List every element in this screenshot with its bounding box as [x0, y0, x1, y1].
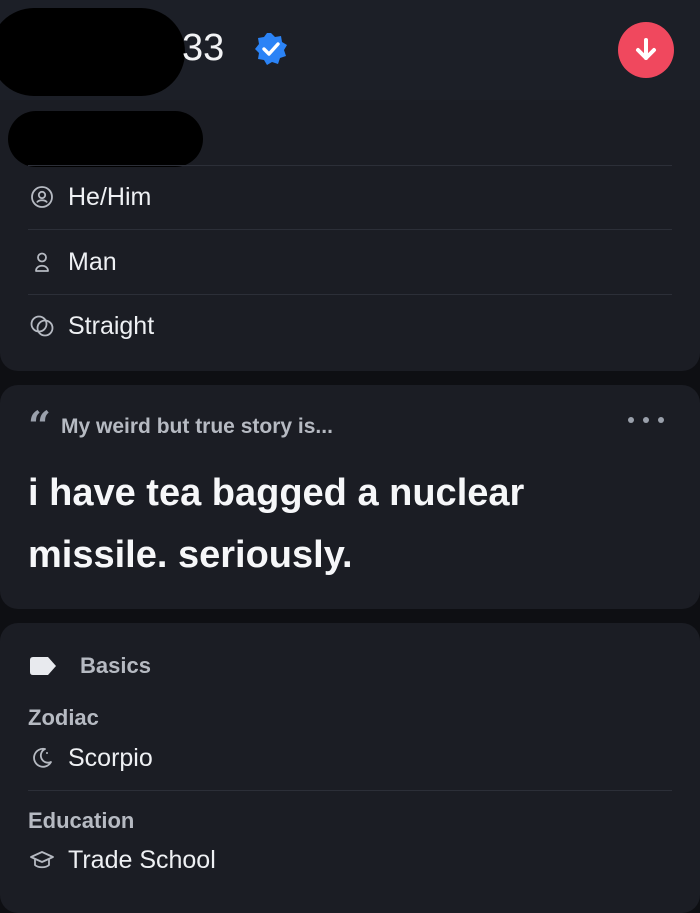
divider [28, 294, 672, 295]
dot [658, 417, 664, 423]
divider [28, 165, 672, 166]
prompt-header: “ My weird but true story is... [28, 403, 333, 450]
more-options-button[interactable] [628, 410, 664, 430]
verified-check-icon [255, 33, 287, 65]
quote-icon: “ [28, 403, 52, 450]
pronouns-label: He/Him [68, 182, 152, 211]
age-text: 33 [182, 27, 225, 69]
zodiac-value: Scorpio [68, 743, 153, 772]
dot [643, 417, 649, 423]
profile-header: 33 [0, 0, 700, 101]
zodiac-title: Zodiac [28, 705, 99, 730]
zodiac-row: Scorpio [28, 738, 153, 778]
arrow-down-icon [636, 38, 656, 60]
divider [28, 229, 672, 230]
education-value: Trade School [68, 845, 216, 874]
pronouns-icon [28, 183, 56, 211]
gender-label: Man [68, 247, 117, 276]
identity-row-pronouns: He/Him [28, 177, 151, 217]
basics-label: Basics [80, 653, 151, 678]
redacted-info [8, 111, 203, 167]
person-icon [28, 248, 56, 276]
identity-row-orientation: Straight [28, 306, 154, 346]
prompt-answer: i have tea bagged a nuclear missile. ser… [28, 472, 525, 576]
prompt-question: My weird but true story is... [61, 415, 333, 438]
orientation-label: Straight [68, 311, 155, 340]
education-row: Trade School [28, 840, 216, 880]
education-title: Education [28, 808, 135, 833]
graduation-cap-icon [28, 846, 56, 874]
orientation-icon [28, 312, 56, 340]
basics-header: Basics [28, 650, 151, 682]
dot [628, 417, 634, 423]
redacted-name [0, 8, 185, 96]
download-button[interactable] [618, 22, 674, 78]
tag-icon [30, 657, 56, 675]
identity-row-gender: Man [28, 242, 117, 282]
moon-icon [28, 744, 56, 772]
divider [28, 790, 672, 791]
